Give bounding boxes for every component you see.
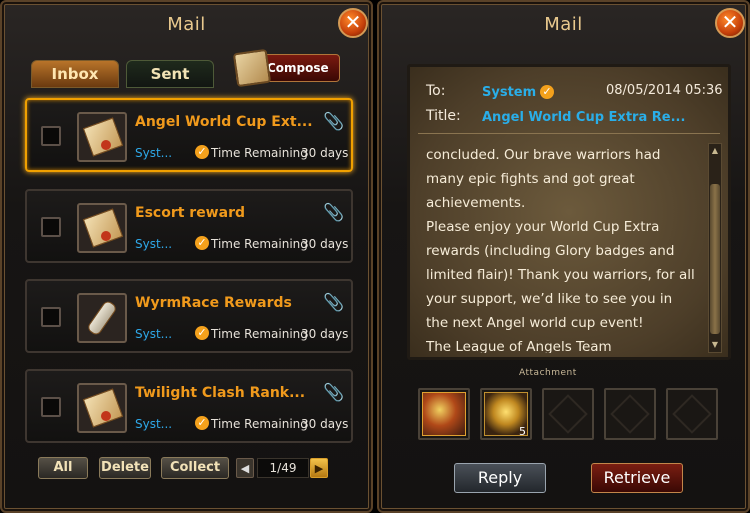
verified-check-icon: ✓ [195,326,209,340]
select-all-button[interactable]: All [38,457,88,479]
close-detail-button[interactable]: ✕ [715,8,745,38]
scroll-thumb[interactable] [710,184,720,334]
verified-check-icon: ✓ [195,236,209,250]
time-remaining-label: Time Remaining [211,146,308,160]
scroll-paper-shape [82,388,124,428]
crossed-weapons-emblem-icon [422,392,466,436]
compose-button[interactable]: Compose [232,48,340,88]
mail-select-checkbox[interactable] [41,307,61,327]
tab-inbox[interactable]: Inbox [31,60,119,88]
inbox-panel: Mail ✕ Inbox Sent Compose Angel World Cu… [0,0,373,513]
inbox-title-bar: Mail [2,2,371,46]
time-remaining-value: 30 days [301,417,349,431]
body-line: concluded. Our brave warriors had [426,147,661,163]
retrieve-button[interactable]: Retrieve [591,463,683,493]
mail-sender: Syst... [135,327,173,341]
mail-subject: WyrmRace Rewards [135,295,292,311]
mail-detail-panel: Mail ✕ To: System ✓ 08/05/2014 05:36 Tit… [377,0,750,513]
mail-sender: Syst... [135,146,173,160]
body-line: limited flair)! Thank you warriors, for … [426,267,695,283]
verified-check-icon: ✓ [195,416,209,430]
attachment-label-text: Attachment [519,368,577,378]
attachment-label: Attachment [519,368,577,378]
rolled-scroll-icon [77,293,127,343]
title-label: Title: [426,108,461,124]
item-count: 5 [519,425,526,438]
time-remaining-label: Time Remaining [211,237,308,251]
paperclip-icon: 📎 [323,112,345,132]
mail-title-value: Angel World Cup Extra Re... [482,110,686,125]
reply-button[interactable]: Reply [454,463,546,493]
compose-label: Compose [267,61,329,75]
wax-seal-shape [101,231,111,241]
body-line: the next Angel world cup event! [426,315,644,331]
empty-slot-ornament [610,394,650,434]
scroll-paper-shape [82,117,124,157]
mail-sender: Syst... [135,237,173,251]
mail-select-checkbox[interactable] [41,397,61,417]
body-line: rewards (including Glory badges and [426,243,675,259]
paperclip-icon: 📎 [323,203,345,223]
attachment-slot-empty [542,388,594,440]
body-line: achievements. [426,195,526,211]
inbox-panel-title: Mail [167,14,206,35]
mail-select-checkbox[interactable] [41,217,61,237]
mail-list-item[interactable]: Escort reward 📎 Syst... ✓ Time Remaining… [25,189,353,263]
page-indicator: 1/49 [257,458,309,478]
close-inbox-button[interactable]: ✕ [338,8,368,38]
paperclip-icon: 📎 [323,383,345,403]
empty-slot-ornament [672,394,712,434]
empty-slot-ornament [548,394,588,434]
letter-scroll-icon [77,383,127,433]
verified-check-icon: ✓ [195,145,209,159]
scroll-paper-shape [82,208,124,248]
detail-title-bar: Mail [379,2,748,46]
attachment-slot[interactable] [418,388,470,440]
wax-seal-shape [101,140,111,150]
rolled-paper-shape [85,299,119,337]
mail-body: concluded. Our brave warriors had many e… [426,143,706,353]
tab-sent[interactable]: Sent [126,60,214,88]
collect-button[interactable]: Collect [161,457,229,479]
attachment-slot-empty [604,388,656,440]
quill-letter-icon [232,48,272,88]
scroll-down-icon[interactable]: ▼ [710,340,720,350]
mail-list-item[interactable]: WyrmRace Rewards 📎 Syst... ✓ Time Remain… [25,279,353,353]
mail-select-checkbox[interactable] [41,126,61,146]
mail-content-area: To: System ✓ 08/05/2014 05:36 Title: Ang… [407,64,731,360]
time-remaining-label: Time Remaining [211,417,308,431]
delete-button[interactable]: Delete [99,457,151,479]
body-line: many epic fights and got great [426,171,635,187]
time-remaining-value: 30 days [301,327,349,341]
body-line: The League of Angels Team [426,339,612,353]
mail-subject: Twilight Clash Rank... [135,385,306,401]
mail-subject: Escort reward [135,205,245,221]
attachment-slot-empty [666,388,718,440]
body-line: Please enjoy your World Cup Extra [426,219,660,235]
paperclip-icon: 📎 [323,293,345,313]
letter-scroll-icon [77,112,127,162]
letter-scroll-icon [77,203,127,253]
to-label: To: [426,83,446,99]
next-page-button[interactable]: ▶ [310,458,328,478]
detail-panel-title: Mail [544,14,583,35]
header-divider [418,133,720,134]
recipient-value: System [482,85,537,100]
time-remaining-value: 30 days [301,146,349,160]
body-line: your support, we’d like to see you in [426,291,673,307]
verified-check-icon: ✓ [540,85,554,99]
attachment-slot[interactable]: 5 [480,388,532,440]
mail-date: 08/05/2014 05:36 [606,83,723,98]
mail-list-item[interactable]: Angel World Cup Ext... 📎 Syst... ✓ Time … [25,98,353,172]
time-remaining-label: Time Remaining [211,327,308,341]
wax-seal-shape [101,411,111,421]
prev-page-button[interactable]: ◀ [236,458,254,478]
scroll-up-icon[interactable]: ▲ [710,146,720,156]
mail-sender: Syst... [135,417,173,431]
mail-subject: Angel World Cup Ext... [135,114,313,130]
time-remaining-value: 30 days [301,237,349,251]
mail-list-item[interactable]: Twilight Clash Rank... 📎 Syst... ✓ Time … [25,369,353,443]
body-scrollbar[interactable]: ▲ ▼ [708,143,722,353]
